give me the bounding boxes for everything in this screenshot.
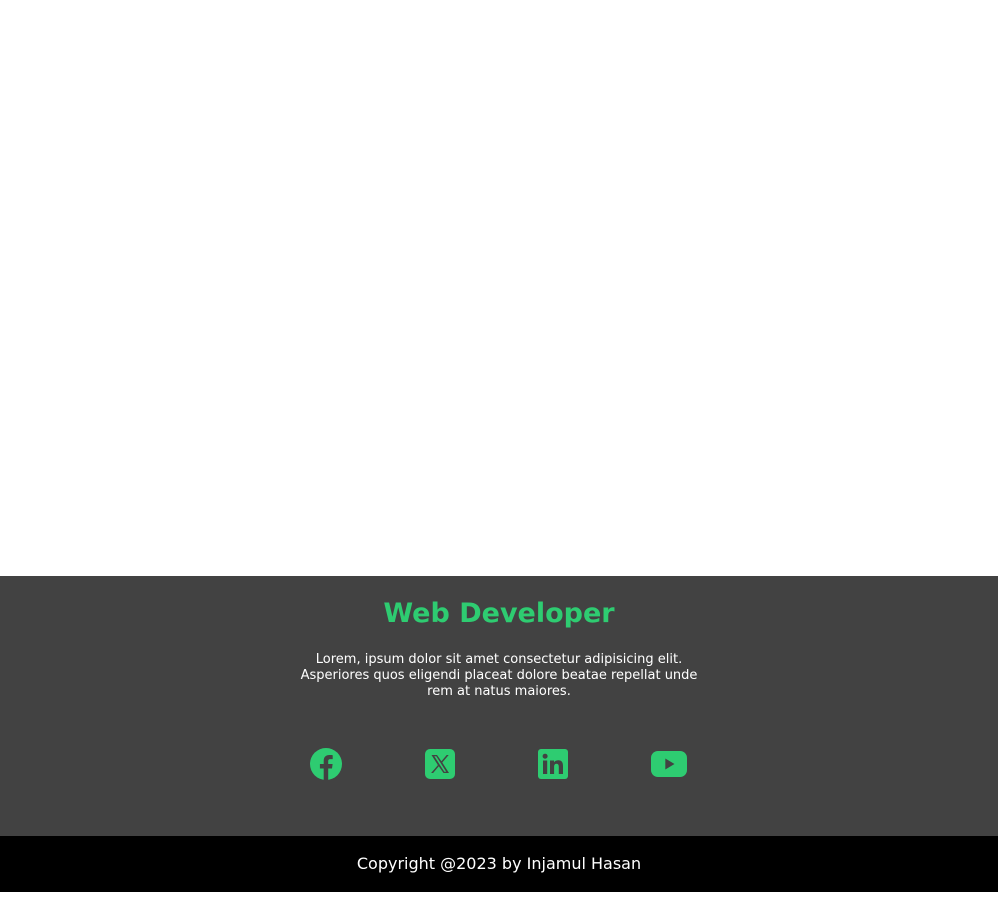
footer-title: Web Developer (383, 598, 615, 629)
facebook-icon (310, 748, 342, 781)
copyright-bar: Copyright @2023 by Injamul Hasan (0, 836, 998, 892)
x-twitter-icon (425, 749, 455, 779)
main-content-area (0, 0, 998, 576)
social-links (0, 746, 998, 782)
page-bottom (0, 892, 998, 909)
page: Web Developer Lorem, ipsum dolor sit ame… (0, 0, 998, 909)
linkedin-link[interactable] (535, 746, 571, 782)
youtube-link[interactable] (651, 746, 687, 782)
footer: Web Developer Lorem, ipsum dolor sit ame… (0, 576, 998, 836)
copyright-text: Copyright @2023 by Injamul Hasan (356, 854, 642, 873)
footer-description: Lorem, ipsum dolor sit amet consectetur … (300, 652, 698, 699)
youtube-icon (651, 751, 687, 777)
facebook-link[interactable] (308, 746, 344, 782)
linkedin-icon (538, 749, 568, 779)
x-twitter-link[interactable] (422, 746, 458, 782)
